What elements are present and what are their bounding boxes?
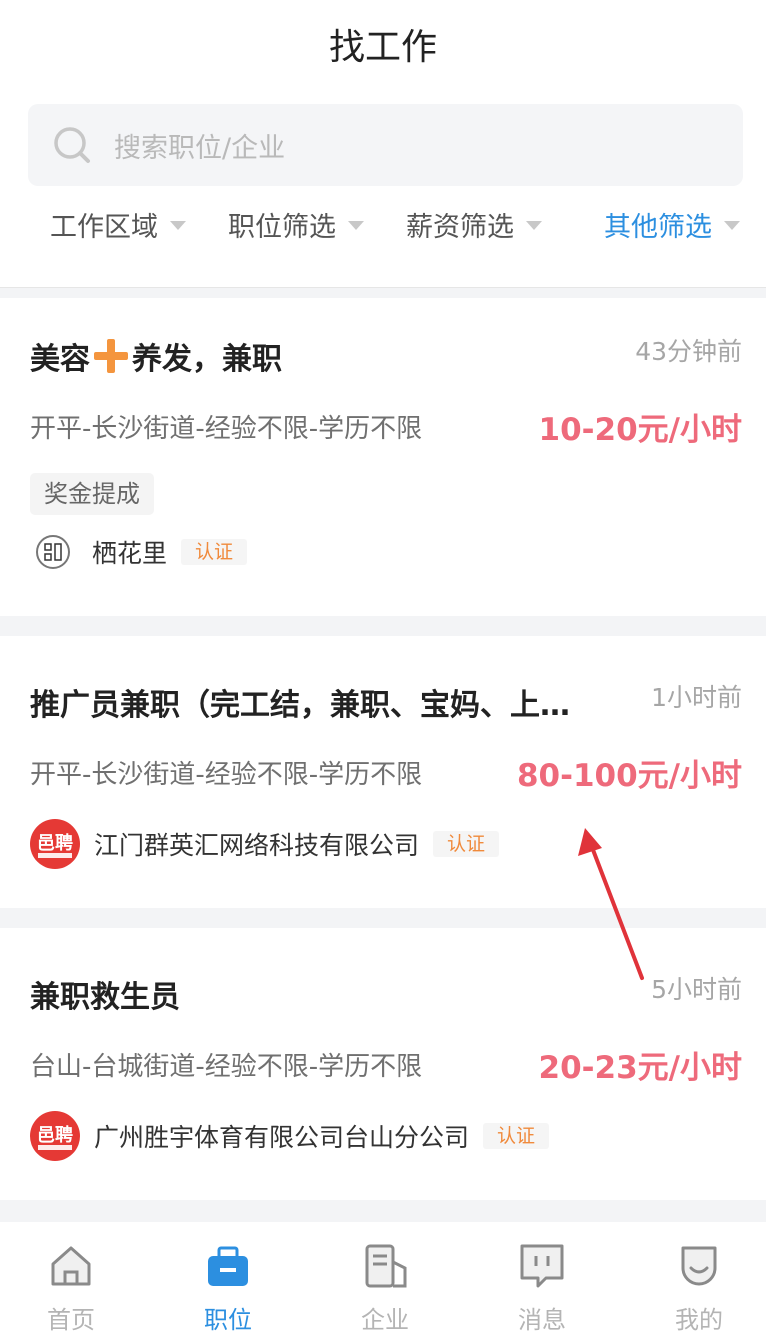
tab-home[interactable]: 首页: [16, 1222, 126, 1335]
salary: 20-23元/小时: [538, 1050, 742, 1086]
search-placeholder: 搜索职位/企业: [114, 133, 286, 164]
company-row[interactable]: 栖花里 认证: [36, 526, 248, 578]
job-meta: 开平-长沙街道-经验不限-学历不限: [30, 760, 423, 790]
company-name: 江门群英汇网络科技有限公司: [94, 831, 420, 860]
job-card[interactable]: 美容 养发，兼职 43分钟前 开平-长沙街道-经验不限-学历不限 10-20元/…: [0, 298, 766, 616]
job-meta: 开平-长沙街道-经验不限-学历不限: [30, 414, 423, 444]
search-bar[interactable]: 搜索职位/企业: [28, 104, 743, 186]
bottom-tab-bar: 首页 职位 企业 消息 我的: [0, 1222, 766, 1335]
company-logo: 邑聘: [30, 819, 80, 869]
filter-work-area[interactable]: 工作区域: [50, 202, 186, 246]
company-name: 栖花里: [92, 539, 168, 568]
profile-icon: [681, 1246, 717, 1286]
search-icon: [54, 127, 90, 163]
job-title: 兼职救生员: [30, 980, 180, 1015]
job-title-part: 养发，兼职: [132, 342, 282, 377]
company-name: 广州胜宇体育有限公司台山分公司: [94, 1123, 470, 1152]
post-time: 1小时前: [651, 683, 742, 712]
post-time: 43分钟前: [635, 337, 742, 366]
filter-label: 其他筛选: [604, 211, 712, 243]
company-logo-icon: [44, 543, 62, 561]
tab-label: 首页: [47, 1306, 95, 1334]
header: 找工作 搜索职位/企业 工作区域 职位筛选 薪资筛选 其他筛选: [0, 0, 766, 288]
filter-label: 职位筛选: [228, 211, 336, 243]
company-row[interactable]: 邑聘 广州胜宇体育有限公司台山分公司 认证: [30, 1110, 550, 1162]
briefcase-icon: [208, 1246, 248, 1286]
dropdown-triangle-icon: [526, 220, 542, 230]
company-row[interactable]: 邑聘 江门群英汇网络科技有限公司 认证: [30, 818, 500, 870]
job-title: 美容 养发，兼职: [30, 334, 282, 378]
tab-messages[interactable]: 消息: [487, 1222, 597, 1335]
tab-companies[interactable]: 企业: [330, 1222, 440, 1335]
dropdown-triangle-icon: [170, 220, 186, 230]
filter-position[interactable]: 职位筛选: [228, 202, 364, 246]
job-title-part: 美容: [30, 342, 90, 377]
home-icon: [51, 1246, 91, 1286]
job-card[interactable]: 兼职救生员 5小时前 台山-台城街道-经验不限-学历不限 20-23元/小时 邑…: [0, 928, 766, 1200]
filter-salary[interactable]: 薪资筛选: [406, 202, 542, 246]
job-meta: 台山-台城街道-经验不限-学历不限: [30, 1052, 423, 1082]
job-tag: 奖金提成: [30, 473, 154, 515]
verified-badge: 认证: [483, 1123, 550, 1149]
filter-label: 薪资筛选: [406, 211, 514, 243]
svg-text:邑聘: 邑聘: [37, 832, 73, 854]
building-icon: [365, 1244, 407, 1288]
job-card[interactable]: 推广员兼职（完工结，兼职、宝妈、上… 1小时前 开平-长沙街道-经验不限-学历不…: [0, 636, 766, 908]
company-logo: [36, 535, 70, 569]
tab-label: 我的: [675, 1306, 723, 1334]
filter-label: 工作区域: [50, 211, 158, 243]
dropdown-triangle-icon: [724, 220, 740, 230]
company-logo-icon: 邑聘: [37, 832, 73, 858]
verified-badge: 认证: [181, 539, 248, 565]
page-title: 找工作: [328, 27, 437, 68]
salary: 10-20元/小时: [538, 412, 742, 448]
post-time: 5小时前: [651, 975, 742, 1004]
company-logo: 邑聘: [30, 1111, 80, 1161]
filter-other[interactable]: 其他筛选: [604, 202, 740, 246]
tab-label: 企业: [361, 1306, 409, 1334]
tab-jobs[interactable]: 职位: [173, 1222, 283, 1335]
message-icon: [520, 1244, 564, 1288]
company-logo-icon: 邑聘: [37, 1124, 73, 1150]
tab-label: 消息: [518, 1306, 566, 1334]
tab-profile[interactable]: 我的: [644, 1222, 754, 1335]
verified-badge: 认证: [433, 831, 500, 857]
dropdown-triangle-icon: [348, 220, 364, 230]
svg-text:邑聘: 邑聘: [37, 1124, 73, 1146]
salary: 80-100元/小时: [516, 758, 742, 794]
plus-emoji-icon: [94, 339, 128, 373]
job-title: 推广员兼职（完工结，兼职、宝妈、上…: [30, 688, 570, 723]
tab-label: 职位: [204, 1306, 252, 1334]
